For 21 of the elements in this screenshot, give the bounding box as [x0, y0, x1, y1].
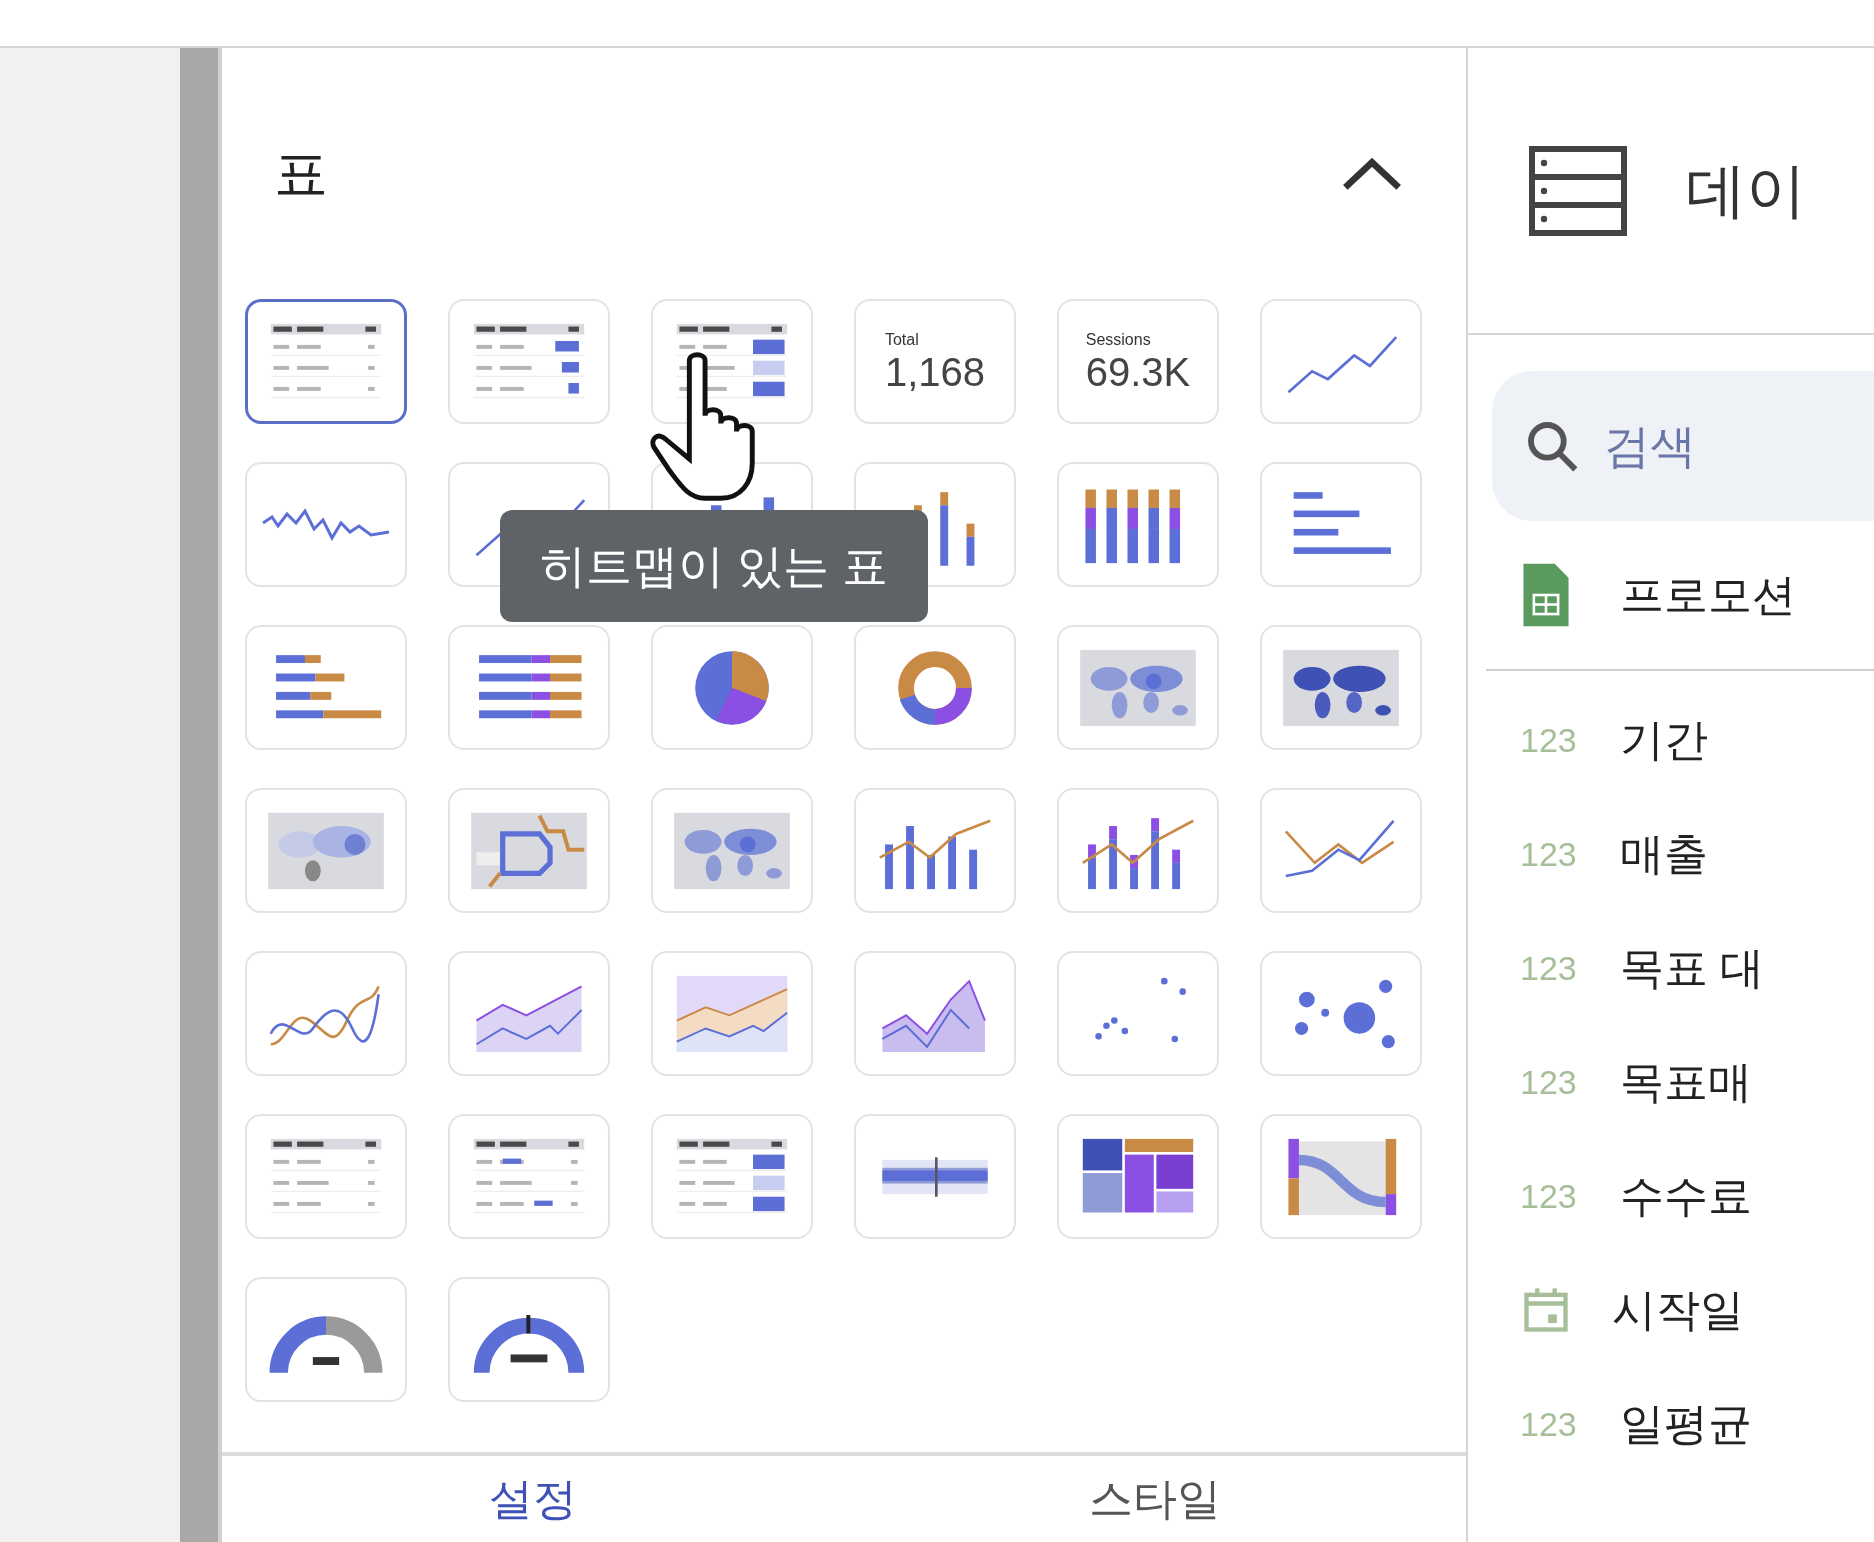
- field-name: 목표매: [1620, 1056, 1752, 1108]
- field-name: 기간: [1620, 714, 1708, 766]
- panel-title: 데이: [1686, 155, 1806, 226]
- number-type-label: 123: [1520, 1061, 1578, 1103]
- number-type-label: 123: [1520, 1175, 1578, 1217]
- number-type-label: 123: [1520, 947, 1578, 989]
- field-name: 목표 대: [1620, 942, 1765, 994]
- scorecard-value: 69.3K: [1085, 351, 1191, 392]
- panel-title: 표: [274, 142, 328, 205]
- number-type-label: 123: [1520, 833, 1578, 875]
- scorecard-value: 1,168: [884, 351, 986, 392]
- data-source-name: 프로모션: [1620, 569, 1796, 621]
- field-name: 수수료: [1620, 1170, 1752, 1222]
- field-name: 매출: [1620, 828, 1708, 880]
- number-type-label: 123: [1520, 1403, 1578, 1445]
- field-name: 일평균: [1620, 1398, 1752, 1450]
- scorecard-label: Total: [884, 331, 919, 348]
- tooltip: 히트맵이 있는 표: [500, 510, 928, 622]
- field-name: 시작일: [1612, 1284, 1744, 1336]
- number-type-label: 123: [1520, 719, 1578, 761]
- scorecard-label: Sessions: [1085, 331, 1151, 348]
